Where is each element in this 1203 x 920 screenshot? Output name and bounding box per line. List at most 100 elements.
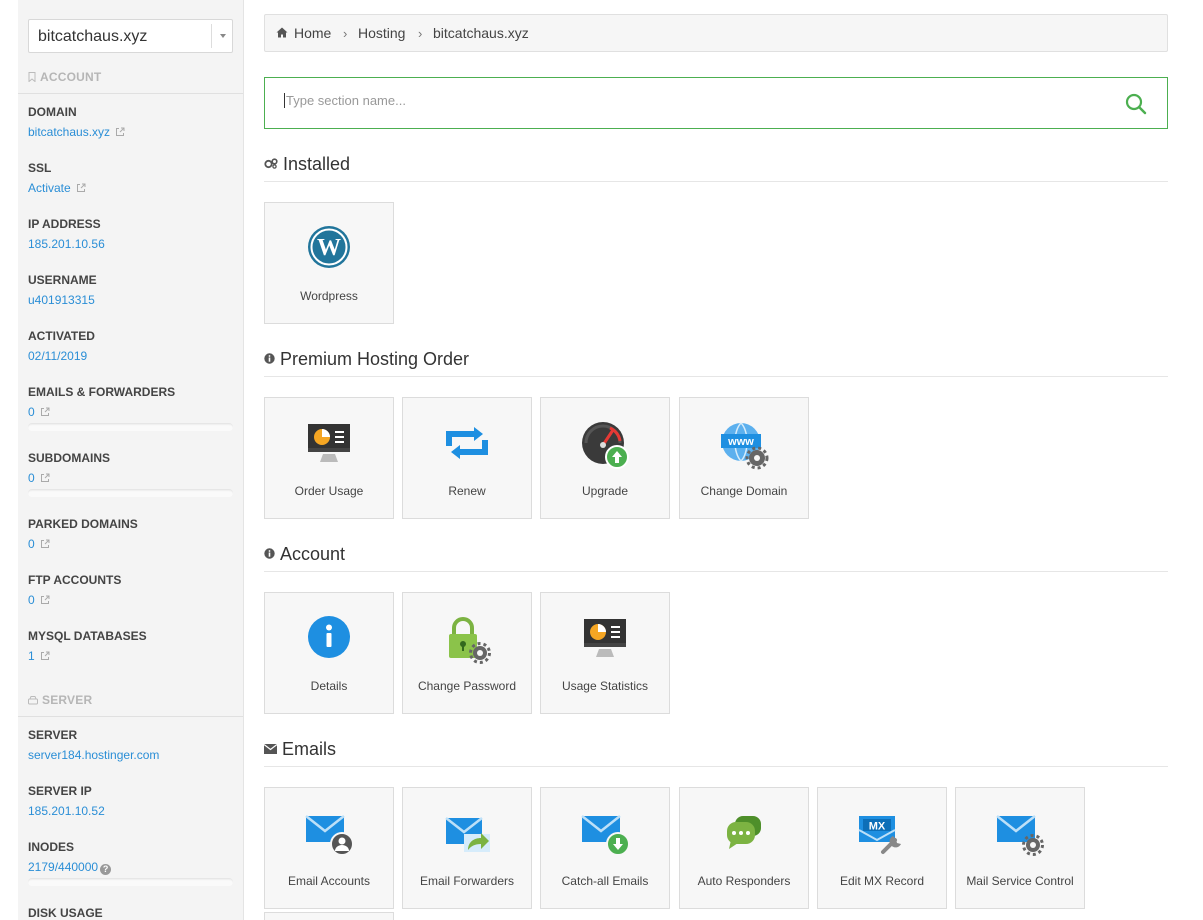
mysql-databases-value[interactable]: 1 (28, 649, 50, 663)
tile-change-domain[interactable]: www Change Domain (679, 397, 809, 519)
activated-label: ACTIVATED (28, 329, 95, 343)
server-ip-value: 185.201.10.52 (28, 804, 105, 818)
monitor-chart-icon (584, 619, 626, 657)
tile-label: Upgrade (581, 484, 629, 498)
tile-order-usage[interactable]: Order Usage (264, 397, 394, 519)
tile-label: Email Forwarders (419, 874, 515, 888)
external-link-icon[interactable] (40, 473, 50, 483)
section-emails-title: Emails (264, 739, 336, 760)
tile-label: Usage Statistics (561, 679, 649, 693)
tile-usage-statistics[interactable]: Usage Statistics (540, 592, 670, 714)
ftp-accounts-label: FTP ACCOUNTS (28, 573, 122, 587)
wordpress-icon: W (308, 226, 350, 268)
breadcrumb-current: bitcatchaus.xyz (433, 25, 529, 41)
ftp-accounts-value[interactable]: 0 (28, 593, 50, 607)
renew-arrows-icon (446, 427, 488, 459)
activated-value: 02/11/2019 (28, 349, 88, 363)
section-account-label: Account (280, 544, 346, 564)
server-section-heading: SERVER (28, 693, 92, 707)
breadcrumb-home[interactable]: Home (294, 25, 331, 41)
tile-label: Change Password (417, 679, 517, 693)
domain-link[interactable]: bitcatchaus.xyz (28, 125, 110, 139)
tile-auto-responders[interactable]: Auto Responders (679, 787, 809, 909)
tile-email-accounts[interactable]: Email Accounts (264, 787, 394, 909)
emails-forwarders-value[interactable]: 0 (28, 405, 50, 419)
inodes-count: 2179/440000 (28, 860, 99, 874)
external-link-icon[interactable] (115, 127, 125, 137)
ftp-count-link[interactable]: 0 (28, 593, 35, 607)
tile-partial[interactable] (264, 912, 394, 920)
section-premium-title: Premium Hosting Order (264, 349, 469, 370)
tile-upgrade[interactable]: Upgrade (540, 397, 670, 519)
mysql-count-link[interactable]: 1 (28, 649, 35, 663)
info-circle-icon (308, 616, 350, 658)
external-link-icon[interactable] (40, 595, 50, 605)
section-premium-divider (264, 376, 1168, 377)
external-link-icon[interactable] (40, 407, 50, 417)
section-emails-divider (264, 766, 1168, 767)
subdomains-value[interactable]: 0 (28, 471, 50, 485)
tile-change-password[interactable]: Change Password (402, 592, 532, 714)
tile-mail-service-control[interactable]: Mail Service Control (955, 787, 1085, 909)
section-installed-title: Installed (264, 154, 350, 175)
section-account-title: Account (264, 544, 345, 565)
tile-label: Auto Responders (697, 874, 791, 888)
help-icon[interactable]: ? (100, 864, 112, 875)
tile-email-forwarders[interactable]: Email Forwarders (402, 787, 532, 909)
server-value: server184.hostinger.com (28, 748, 160, 762)
domain-select[interactable]: bitcatchaus.xyz (28, 19, 233, 53)
external-link-icon[interactable] (40, 651, 50, 661)
parked-domains-label: PARKED DOMAINS (28, 517, 138, 531)
gears-icon (264, 158, 278, 169)
tile-label: Change Domain (700, 484, 788, 498)
tile-label: Mail Service Control (966, 874, 1074, 888)
svg-text:MX: MX (869, 821, 886, 833)
external-link-icon[interactable] (76, 183, 86, 193)
tile-edit-mx-record[interactable]: MX Edit MX Record (817, 787, 947, 909)
chevron-right-icon: › (343, 26, 348, 41)
subdomains-count-link[interactable]: 0 (28, 471, 35, 485)
lock-gear-icon (449, 617, 491, 664)
ip-address-label: IP ADDRESS (28, 217, 101, 231)
tile-label: Edit MX Record (839, 874, 925, 888)
parked-domains-count-link[interactable]: 0 (28, 537, 35, 551)
ssl-label: SSL (28, 161, 52, 175)
emails-usage-bar (28, 423, 233, 431)
search-icon[interactable] (1125, 93, 1147, 115)
subdomains-label: SUBDOMAINS (28, 451, 111, 465)
tile-details[interactable]: Details (264, 592, 394, 714)
tile-label: Email Accounts (287, 874, 371, 888)
tile-wordpress[interactable]: W Wordpress (264, 202, 394, 324)
ssl-value[interactable]: Activate (28, 181, 86, 195)
email-user-icon (305, 815, 354, 856)
account-section-heading: ACCOUNT (28, 70, 101, 84)
tile-catch-all-emails[interactable]: Catch-all Emails (540, 787, 670, 909)
tile-renew[interactable]: Renew (402, 397, 532, 519)
domain-value[interactable]: bitcatchaus.xyz (28, 125, 125, 139)
sidebar: bitcatchaus.xyz ACCOUNT DOMAIN bitcatcha… (18, 0, 244, 920)
breadcrumb-hosting[interactable]: Hosting (358, 25, 405, 41)
section-search-input[interactable] (284, 93, 1084, 108)
section-emails-label: Emails (282, 739, 337, 759)
email-forward-icon (445, 817, 490, 852)
svg-text:W: W (317, 235, 341, 261)
speedometer-upgrade-icon (582, 422, 629, 469)
external-link-icon[interactable] (40, 539, 50, 549)
home-icon[interactable] (276, 27, 288, 38)
disk-usage-label: DISK USAGE (28, 906, 103, 920)
account-divider (18, 93, 243, 94)
tile-label: Order Usage (294, 484, 364, 498)
monitor-chart-icon (308, 424, 350, 462)
envelope-icon (264, 744, 277, 754)
tile-label: Wordpress (300, 289, 358, 303)
ssl-activate-link[interactable]: Activate (28, 181, 71, 195)
section-premium-label: Premium Hosting Order (280, 349, 470, 369)
section-installed-divider (264, 181, 1168, 182)
domain-label: DOMAIN (28, 105, 77, 119)
username-value: u401913315 (28, 293, 95, 307)
parked-domains-value[interactable]: 0 (28, 537, 50, 551)
bookmark-icon (28, 72, 36, 82)
emails-count-link[interactable]: 0 (28, 405, 35, 419)
subdomains-usage-bar (28, 489, 233, 497)
caret-down-icon[interactable] (220, 34, 226, 38)
